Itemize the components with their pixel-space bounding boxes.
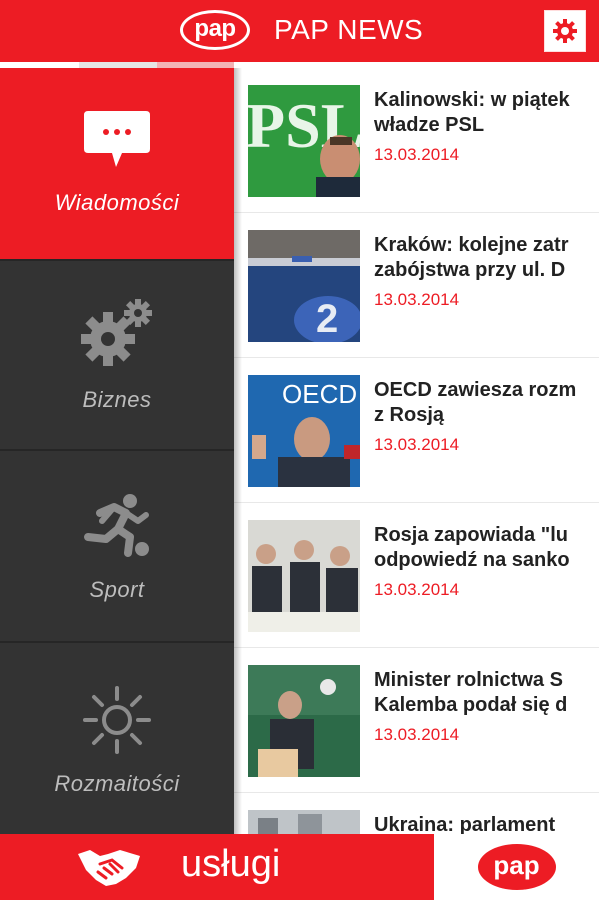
pap-logo-button[interactable]: pap — [434, 834, 599, 900]
news-thumbnail: PSL — [248, 85, 360, 197]
chat-bubble-icon — [84, 111, 150, 167]
pap-logo[interactable]: pap — [180, 10, 250, 50]
handshake-icon — [78, 850, 140, 886]
sidebar-item-label: Sport — [89, 577, 145, 602]
logo-text: pap — [194, 14, 236, 42]
app-header: pap PAP NEWS — [0, 0, 599, 62]
news-date: 13.03.2014 — [374, 290, 460, 309]
gears-icon — [81, 299, 152, 366]
sun-icon — [83, 686, 151, 754]
settings-button[interactable] — [544, 10, 586, 52]
sidebar-item-biznes[interactable]: Biznes — [0, 261, 234, 449]
news-headline: OECD zawiesza rozm z Rosją — [374, 379, 577, 426]
services-button[interactable]: usługi — [0, 834, 434, 900]
category-sidebar: Wiadomości Biznes Sport Rozmaitości — [0, 68, 234, 834]
news-thumbnail: OECD — [248, 375, 360, 487]
app-title: PAP NEWS — [274, 14, 424, 45]
pap-logo: pap — [477, 844, 556, 890]
news-item[interactable]: PSL Kalinowski: w piątek władze PSL 13.0… — [234, 68, 599, 213]
news-thumbnail — [248, 665, 360, 777]
news-thumbnail — [248, 520, 360, 632]
news-date: 13.03.2014 — [374, 725, 460, 744]
sidebar-shadow — [234, 68, 242, 834]
news-item[interactable]: OECD OECD zawiesza rozm z Rosją 13.03.20… — [234, 358, 599, 503]
news-list: PSL Kalinowski: w piątek władze PSL 13.0… — [234, 68, 599, 834]
sidebar-item-label: Rozmaitości — [54, 771, 180, 796]
news-headline: Ukraina: parlament — [374, 814, 556, 834]
sidebar-item-sport[interactable]: Sport — [0, 451, 234, 641]
news-thumbnail: 2 — [248, 230, 360, 342]
news-headline: Rosja zapowiada "lu odpowiedź na sanko — [374, 524, 570, 571]
news-headline: Minister rolnictwa S Kalemba podał się d — [374, 669, 568, 716]
news-item[interactable]: Rosja zapowiada "lu odpowiedź na sanko 1… — [234, 503, 599, 648]
svg-text:OECD: OECD — [282, 379, 357, 409]
logo-text: pap — [493, 850, 540, 880]
sidebar-item-rozmaitosci[interactable]: Rozmaitości — [0, 643, 234, 834]
sidebar-item-wiadomosci[interactable]: Wiadomości — [0, 68, 234, 259]
runner-icon — [84, 494, 149, 557]
news-item[interactable]: Minister rolnictwa S Kalemba podał się d… — [234, 648, 599, 793]
news-item[interactable]: 2 Kraków: kolejne zatr zabójstwa przy ul… — [234, 213, 599, 358]
news-headline: Kalinowski: w piątek władze PSL — [374, 89, 570, 136]
news-date: 13.03.2014 — [374, 145, 460, 164]
sidebar-item-label: Wiadomości — [54, 190, 180, 215]
sidebar-item-label: Biznes — [82, 387, 152, 412]
gear-icon — [553, 19, 577, 43]
services-label: usługi — [181, 843, 281, 885]
news-thumbnail — [248, 810, 360, 834]
news-item[interactable]: Ukraina: parlament — [234, 793, 599, 834]
news-headline: Kraków: kolejne zatr zabójstwa przy ul. … — [374, 234, 569, 281]
news-date: 13.03.2014 — [374, 580, 460, 599]
news-date: 13.03.2014 — [374, 435, 460, 454]
svg-text:2: 2 — [316, 297, 338, 341]
